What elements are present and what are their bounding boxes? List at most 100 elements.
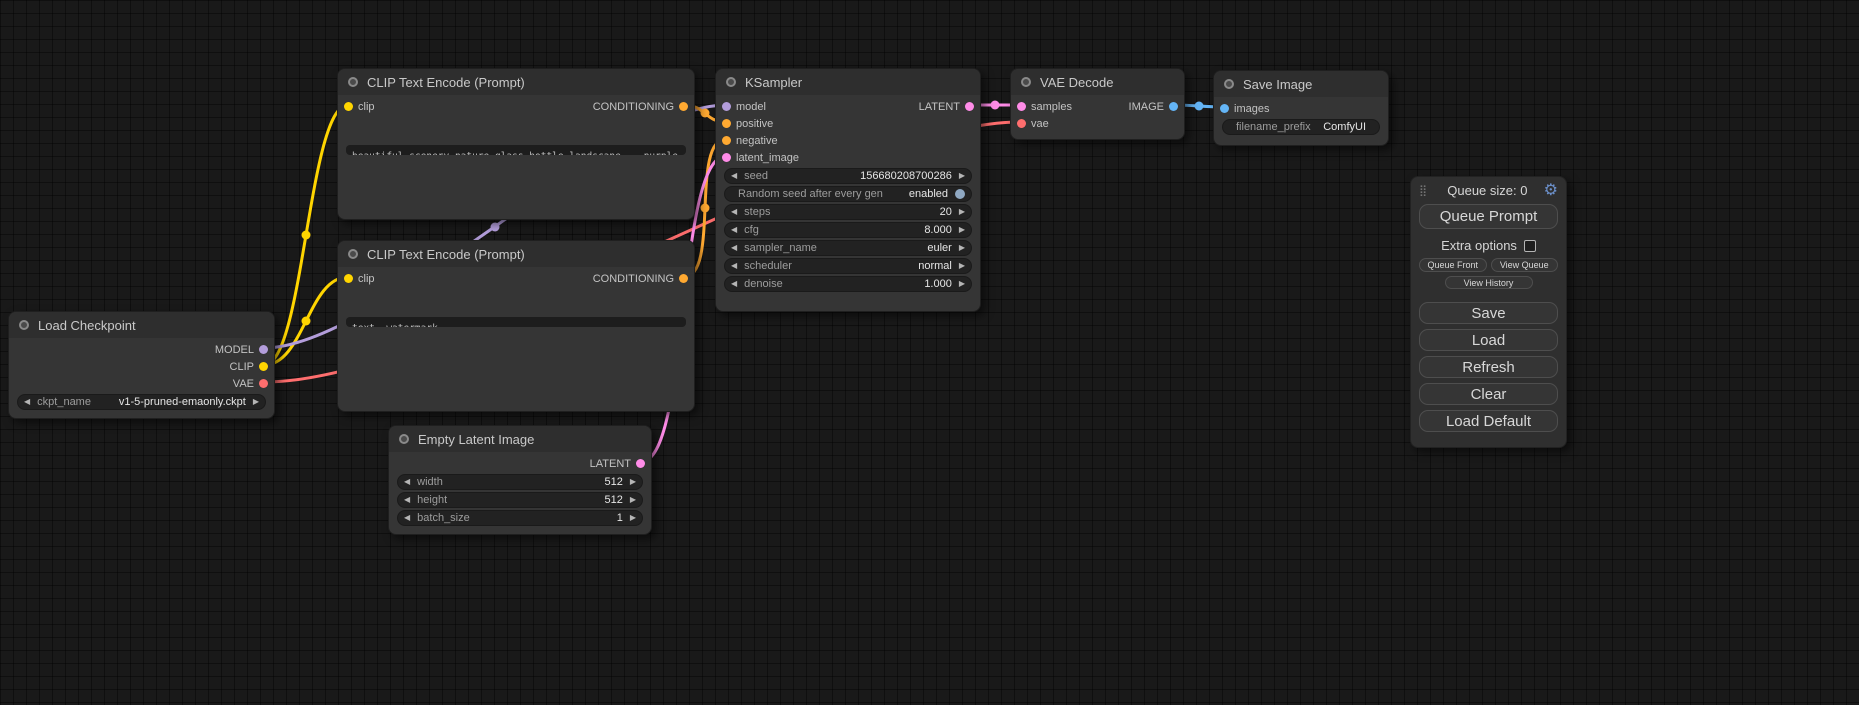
output-dot-model[interactable] [259, 345, 268, 354]
input-dot-samples[interactable] [1017, 102, 1026, 111]
seed-widget[interactable]: ◀ seed 156680208700286 ▶ [724, 168, 972, 184]
decrement-icon[interactable]: ◀ [731, 280, 737, 288]
collapse-dot[interactable] [348, 77, 358, 87]
load-button[interactable]: Load [1419, 329, 1558, 351]
node-title-bar[interactable]: Empty Latent Image [389, 426, 651, 452]
settings-gear-icon[interactable]: ⚙ [1544, 183, 1558, 199]
node-title-bar[interactable]: CLIP Text Encode (Prompt) [338, 69, 694, 95]
decrement-icon[interactable]: ◀ [404, 514, 410, 522]
increment-icon[interactable]: ▶ [253, 398, 259, 406]
output-dot-conditioning[interactable] [679, 102, 688, 111]
view-history-button[interactable]: View History [1445, 276, 1533, 289]
filename-prefix-widget[interactable]: filename_prefix ComfyUI [1222, 119, 1380, 135]
increment-icon[interactable]: ▶ [959, 226, 965, 234]
decrement-icon[interactable]: ◀ [731, 208, 737, 216]
queue-front-button[interactable]: Queue Front [1419, 258, 1487, 272]
toggle-dot[interactable] [955, 189, 965, 199]
increment-icon[interactable]: ▶ [959, 172, 965, 180]
decrement-icon[interactable]: ◀ [404, 496, 410, 504]
cfg-widget[interactable]: ◀ cfg 8.000 ▶ [724, 222, 972, 238]
collapse-dot[interactable] [1224, 79, 1234, 89]
node-title: CLIP Text Encode (Prompt) [367, 75, 525, 90]
collapse-dot[interactable] [19, 320, 29, 330]
decrement-icon[interactable]: ◀ [731, 172, 737, 180]
decrement-icon[interactable]: ◀ [731, 262, 737, 270]
collapse-dot[interactable] [726, 77, 736, 87]
input-dot-negative[interactable] [722, 136, 731, 145]
node-vae-decode[interactable]: VAE Decode samples IMAGE vae [1010, 68, 1185, 140]
refresh-button[interactable]: Refresh [1419, 356, 1558, 378]
extra-options-checkbox[interactable] [1524, 240, 1536, 252]
output-dot-clip[interactable] [259, 362, 268, 371]
node-title-bar[interactable]: Save Image [1214, 71, 1388, 97]
collapse-dot[interactable] [348, 249, 358, 259]
steps-widget[interactable]: ◀ steps 20 ▶ [724, 204, 972, 220]
node-empty-latent-image[interactable]: Empty Latent Image LATENT ◀ width 512 ▶ … [388, 425, 652, 535]
scheduler-widget[interactable]: ◀ scheduler normal ▶ [724, 258, 972, 274]
output-dot-conditioning[interactable] [679, 274, 688, 283]
node-title-bar[interactable]: KSampler [716, 69, 980, 95]
output-dot-vae[interactable] [259, 379, 268, 388]
increment-icon[interactable]: ▶ [630, 478, 636, 486]
node-clip-text-encode-positive[interactable]: CLIP Text Encode (Prompt) clip CONDITION… [337, 68, 695, 220]
widget-value: 156680208700286 [860, 170, 952, 182]
batch-size-widget[interactable]: ◀ batch_size 1 ▶ [397, 510, 643, 526]
output-slot-latent: LATENT [389, 455, 651, 472]
clear-button[interactable]: Clear [1419, 383, 1558, 405]
slot-label: negative [736, 135, 778, 147]
input-dot-images[interactable] [1220, 104, 1229, 113]
random-seed-toggle-widget[interactable]: Random seed after every gen enabled [724, 186, 972, 202]
collapse-dot[interactable] [1021, 77, 1031, 87]
output-dot-image[interactable] [1169, 102, 1178, 111]
view-queue-button[interactable]: View Queue [1491, 258, 1559, 272]
node-ksampler[interactable]: KSampler model LATENT positive negative … [715, 68, 981, 312]
comfyui-canvas[interactable]: { "icons": { "left_arrow": "◀", "right_a… [0, 0, 1859, 705]
decrement-icon[interactable]: ◀ [404, 478, 410, 486]
node-save-image[interactable]: Save Image images filename_prefix ComfyU… [1213, 70, 1389, 146]
increment-icon[interactable]: ▶ [959, 262, 965, 270]
node-title-bar[interactable]: CLIP Text Encode (Prompt) [338, 241, 694, 267]
increment-icon[interactable]: ▶ [959, 280, 965, 288]
node-title-bar[interactable]: VAE Decode [1011, 69, 1184, 95]
slot-label: images [1234, 103, 1269, 115]
denoise-widget[interactable]: ◀ denoise 1.000 ▶ [724, 276, 972, 292]
sampler-name-widget[interactable]: ◀ sampler_name euler ▶ [724, 240, 972, 256]
node-title-bar[interactable]: Load Checkpoint [9, 312, 274, 338]
node-clip-text-encode-negative[interactable]: CLIP Text Encode (Prompt) clip CONDITION… [337, 240, 695, 412]
collapse-dot[interactable] [399, 434, 409, 444]
queue-menu-panel: ⣿ Queue size: 0 ⚙ Queue Prompt Extra opt… [1410, 176, 1567, 448]
input-dot-clip[interactable] [344, 102, 353, 111]
width-widget[interactable]: ◀ width 512 ▶ [397, 474, 643, 490]
input-dot-vae[interactable] [1017, 119, 1026, 128]
decrement-icon[interactable]: ◀ [24, 398, 30, 406]
drag-handle-icon[interactable]: ⣿ [1419, 184, 1427, 197]
input-dot-model[interactable] [722, 102, 731, 111]
input-dot-positive[interactable] [722, 119, 731, 128]
widget-label: sampler_name [744, 242, 817, 254]
node-load-checkpoint[interactable]: Load Checkpoint MODEL CLIP VAE ◀ ckpt_na… [8, 311, 275, 419]
increment-icon[interactable]: ▶ [630, 514, 636, 522]
output-dot-latent[interactable] [965, 102, 974, 111]
queue-size-label: Queue size: 0 [1431, 183, 1544, 198]
increment-icon[interactable]: ▶ [959, 244, 965, 252]
input-dot-latent-image[interactable] [722, 153, 731, 162]
input-slot-positive: positive [716, 115, 980, 132]
save-button[interactable]: Save [1419, 302, 1558, 324]
decrement-icon[interactable]: ◀ [731, 226, 737, 234]
decrement-icon[interactable]: ◀ [731, 244, 737, 252]
prompt-textarea[interactable]: text, watermark [346, 317, 686, 327]
output-slot-clip: CLIP [9, 358, 274, 375]
height-widget[interactable]: ◀ height 512 ▶ [397, 492, 643, 508]
input-dot-clip[interactable] [344, 274, 353, 283]
widget-value: 20 [940, 206, 952, 218]
node-title: KSampler [745, 75, 802, 90]
input-slot-latent-image: latent_image [716, 149, 980, 166]
ckpt-name-widget[interactable]: ◀ ckpt_name v1-5-pruned-emaonly.ckpt ▶ [17, 394, 266, 410]
increment-icon[interactable]: ▶ [959, 208, 965, 216]
prompt-textarea[interactable]: beautiful scenery nature glass bottle la… [346, 145, 686, 155]
output-dot-latent[interactable] [636, 459, 645, 468]
load-default-button[interactable]: Load Default [1419, 410, 1558, 432]
queue-prompt-button[interactable]: Queue Prompt [1419, 204, 1558, 229]
increment-icon[interactable]: ▶ [630, 496, 636, 504]
widget-label: width [417, 476, 443, 488]
